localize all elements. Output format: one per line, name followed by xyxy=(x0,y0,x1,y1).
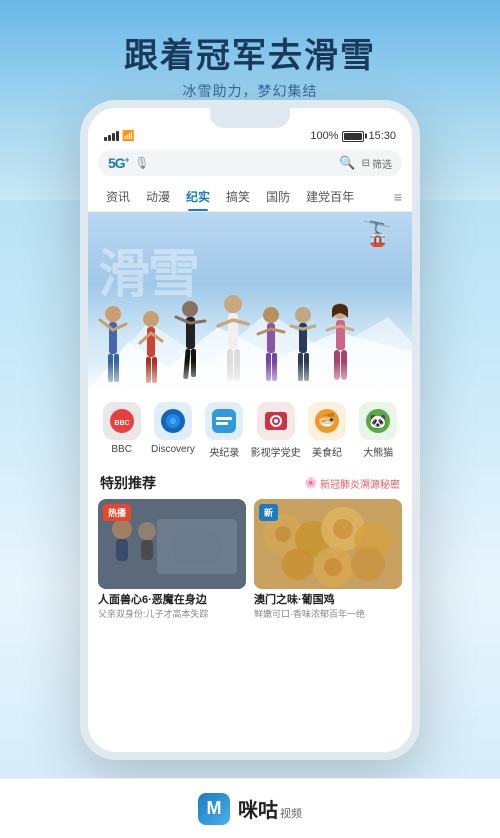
cat-label-yingshi: 影视学党史 xyxy=(251,444,301,459)
phone-notch xyxy=(210,108,290,128)
tab-jiandang[interactable]: 建党百年 xyxy=(298,182,362,211)
snow-ground xyxy=(88,362,412,392)
notice-icon: 🌸 xyxy=(305,478,317,489)
cat-bbc[interactable]: BBC BBC xyxy=(96,402,147,459)
bbc-icon-svg: BBC xyxy=(108,407,136,435)
cat-icon-panda: 🐼 xyxy=(359,402,397,440)
cat-icon-meishi: 🍜 xyxy=(308,402,346,440)
migo-logo-text-group: 咪咕 视频 xyxy=(238,794,302,823)
svg-text:🐼: 🐼 xyxy=(370,413,388,429)
svg-text:🍜: 🍜 xyxy=(318,412,335,428)
cat-discovery[interactable]: Discovery xyxy=(147,402,198,459)
card-1-title: 人面兽心6·恶魔在身边 xyxy=(98,593,246,607)
filter-label: 筛选 xyxy=(372,156,392,171)
tab-dongman[interactable]: 动漫 xyxy=(138,182,178,211)
signal-bars xyxy=(104,131,119,141)
cat-label-discovery: Discovery xyxy=(151,444,195,455)
card-1-badge: 热播 xyxy=(103,504,131,521)
tab-zixun[interactable]: 资讯 xyxy=(98,182,138,211)
yangji-icon-svg xyxy=(210,407,238,435)
battery-fill xyxy=(344,133,362,140)
migo-logo-icon: M xyxy=(198,793,230,825)
section-title: 特别推荐 xyxy=(100,473,156,493)
cat-label-panda: 大熊猫 xyxy=(363,444,393,459)
tab-guofang[interactable]: 国防 xyxy=(258,182,298,211)
content-row: 热播 人面兽心6·恶魔在身边 父亲双身份:儿子才高本失踪 xyxy=(88,499,412,631)
logo-5g: 5G+ xyxy=(108,155,128,171)
card-2-desc: 鲜嫩可口·香味浓郁百年一绝 xyxy=(254,609,402,621)
logo-5g-sup: + xyxy=(125,155,129,164)
content-card-2[interactable]: 新 澳门之味·葡国鸡 鲜嫩可口·香味浓郁百年一绝 xyxy=(254,499,402,621)
cat-yangji[interactable]: 央纪录 xyxy=(199,402,250,459)
cat-panda[interactable]: 🐼 大熊猫 xyxy=(353,402,404,459)
cat-yingshi[interactable]: 影视学党史 xyxy=(250,402,301,459)
wifi-icon: 📶 xyxy=(122,131,134,142)
tab-gaoxiao[interactable]: 搞笑 xyxy=(218,182,258,211)
nav-more-icon[interactable]: ≡ xyxy=(394,189,402,205)
bottom-bar: M 咪咕 视频 xyxy=(0,778,500,838)
status-right: 100% 15:30 xyxy=(310,130,396,142)
cat-label-yangji: 央纪录 xyxy=(209,444,239,459)
signal-area: 📶 xyxy=(104,131,134,142)
hero-title: 跟着冠军去滑雪 xyxy=(0,28,500,77)
cat-icon-yangji xyxy=(205,402,243,440)
cat-label-meishi: 美食纪 xyxy=(312,444,342,459)
section-header: 特别推荐 🌸 新冠肺炎溯源秘密 xyxy=(88,465,412,499)
battery-percent: 100% xyxy=(310,130,338,142)
panda-icon-svg: 🐼 xyxy=(364,407,392,435)
hero-subtitle: 冰雪助力，梦幻集结 xyxy=(0,81,500,101)
card-1-thumb: 热播 xyxy=(98,499,246,589)
cat-label-bbc: BBC xyxy=(111,444,132,455)
card-1-desc: 父亲双身份:儿子才高本失踪 xyxy=(98,609,246,621)
card-2-thumb: 新 xyxy=(254,499,402,589)
banner-area: 滑雪 🚡 xyxy=(88,212,412,392)
hero-section: 跟着冠军去滑雪 冰雪助力，梦幻集结 xyxy=(0,28,500,101)
svg-text:BBC: BBC xyxy=(114,420,129,427)
migo-logo-sub: 视频 xyxy=(280,805,302,821)
mic-icon[interactable]: 🎙 xyxy=(134,156,149,170)
phone-mockup: 📶 100% 15:30 5G+ 🎙 🔍 ⊟ 筛选 资讯 动漫 纪实 搞笑 国防… xyxy=(80,100,420,760)
time-display: 15:30 xyxy=(368,130,396,142)
battery-icon xyxy=(342,131,364,142)
nav-tabs: 资讯 动漫 纪实 搞笑 国防 建党百年 ≡ xyxy=(88,182,412,212)
notice-text: 新冠肺炎溯源秘密 xyxy=(320,476,400,491)
cat-icon-yingshi xyxy=(257,402,295,440)
migo-m-letter: M xyxy=(207,798,222,819)
cat-meishi[interactable]: 🍜 美食纪 xyxy=(301,402,352,459)
search-icon[interactable]: 🔍 xyxy=(339,155,355,171)
category-row: BBC BBC Discovery xyxy=(88,392,412,465)
cat-icon-discovery xyxy=(154,402,192,440)
search-bar[interactable]: 5G+ 🎙 🔍 ⊟ 筛选 xyxy=(98,150,402,176)
meishi-icon-svg: 🍜 xyxy=(313,407,341,435)
discovery-icon-svg xyxy=(159,407,187,435)
section-notice: 🌸 新冠肺炎溯源秘密 xyxy=(305,476,400,491)
card-2-title: 澳门之味·葡国鸡 xyxy=(254,593,402,607)
migo-logo-name: 咪咕 xyxy=(238,794,278,823)
card-2-badge: 新 xyxy=(259,504,278,521)
yingshi-icon-svg xyxy=(262,407,290,435)
content-card-1[interactable]: 热播 人面兽心6·恶魔在身边 父亲双身份:儿子才高本失踪 xyxy=(98,499,246,621)
tab-jishi[interactable]: 纪实 xyxy=(178,182,218,211)
filter-icon: ⊟ xyxy=(362,158,370,169)
cat-icon-bbc: BBC xyxy=(103,402,141,440)
filter-button[interactable]: ⊟ 筛选 xyxy=(362,156,392,171)
